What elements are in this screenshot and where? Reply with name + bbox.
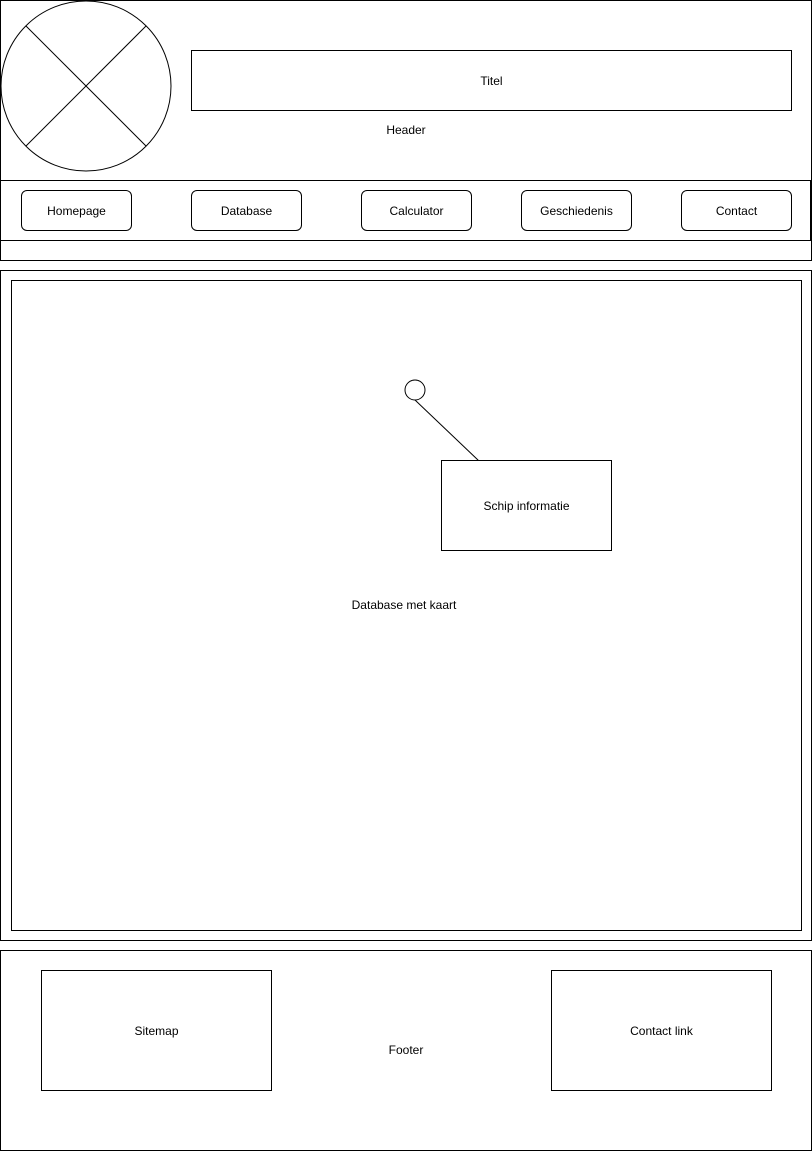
main-label: Database met kaart — [351, 598, 457, 612]
nav-homepage-button[interactable]: Homepage — [21, 190, 132, 231]
nav-geschiedenis-label: Geschiedenis — [540, 203, 613, 218]
sitemap-label: Sitemap — [134, 1023, 179, 1038]
title-box-label: Titel — [480, 73, 503, 88]
title-box: Titel — [191, 50, 792, 111]
contact-link-box[interactable]: Contact link — [551, 970, 772, 1091]
ship-info-label: Schip informatie — [483, 498, 570, 513]
ship-info-box: Schip informatie — [441, 460, 612, 551]
nav-calculator-label: Calculator — [389, 203, 444, 218]
nav-geschiedenis-button[interactable]: Geschiedenis — [521, 190, 632, 231]
contact-link-label: Contact link — [630, 1023, 693, 1038]
nav-contact-label: Contact — [715, 203, 758, 218]
nav-database-label: Database — [220, 203, 273, 218]
sitemap-box[interactable]: Sitemap — [41, 970, 272, 1091]
footer-label: Footer — [388, 1043, 424, 1057]
nav-homepage-label: Homepage — [47, 203, 106, 218]
nav-contact-button[interactable]: Contact — [681, 190, 792, 231]
nav-database-button[interactable]: Database — [191, 190, 302, 231]
nav-calculator-button[interactable]: Calculator — [361, 190, 472, 231]
image-placeholder-icon — [0, 0, 172, 172]
header-label: Header — [386, 123, 426, 137]
